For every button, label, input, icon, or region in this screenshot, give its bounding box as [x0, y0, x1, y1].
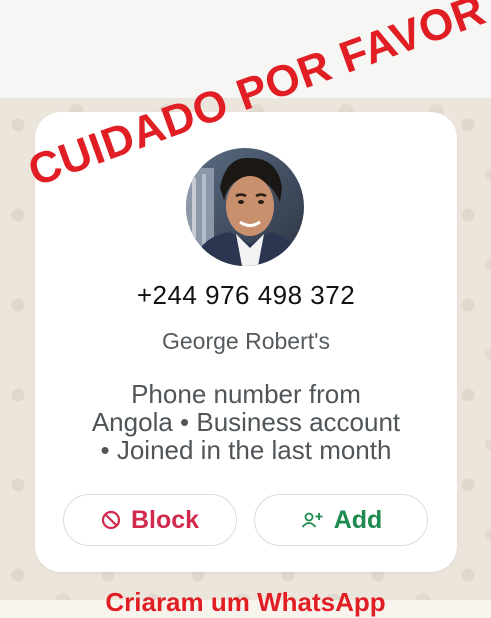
- bottom-caption: Criaram um WhatsApp: [105, 587, 386, 617]
- contact-info: Phone number from Angola • Business acco…: [55, 380, 437, 464]
- info-line: Angola • Business account: [91, 407, 401, 437]
- avatar[interactable]: [186, 148, 304, 266]
- block-button[interactable]: Block: [63, 494, 237, 546]
- profile-name: George Robert's: [161, 328, 331, 354]
- add-label: Add: [333, 505, 383, 534]
- add-contact-icon: [301, 512, 323, 528]
- phone-number: +244 976 498 372: [136, 280, 356, 310]
- block-label: Block: [130, 505, 200, 534]
- info-line: • Joined in the last month: [100, 435, 392, 465]
- info-line: Phone number from: [131, 379, 361, 409]
- add-contact-button[interactable]: Add: [254, 494, 428, 546]
- block-icon: [101, 510, 121, 530]
